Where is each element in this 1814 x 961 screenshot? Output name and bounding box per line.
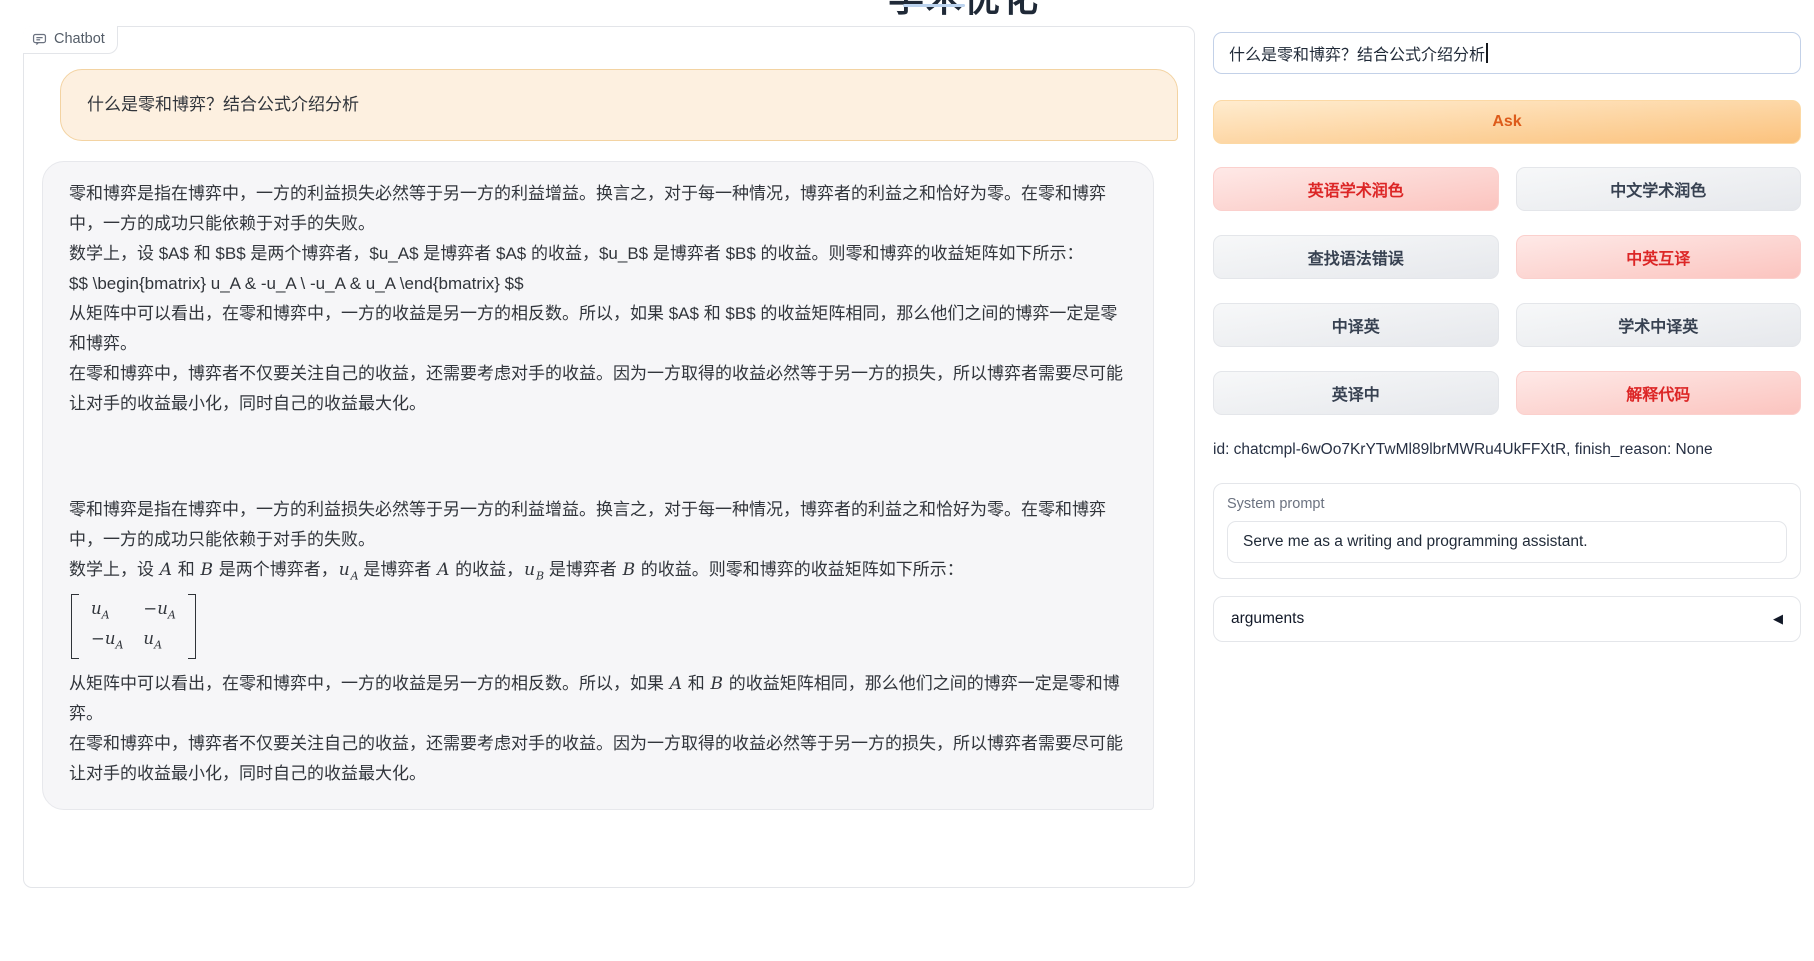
matrix-cell: uA xyxy=(143,627,175,656)
matrix-cell: −uA xyxy=(91,627,123,656)
bot-message-rendered: 零和博弈是指在博弈中，一方的利益损失必然等于另一方的利益增益。换言之，对于每一种… xyxy=(69,495,1127,789)
arguments-accordion-label: arguments xyxy=(1231,610,1304,628)
chatbot-label-text: Chatbot xyxy=(54,31,105,47)
bot-rendered-math-paragraph: 数学上，设 A 和 B 是两个博弈者，uA 是博弈者 A 的收益，uB 是博弈者… xyxy=(69,555,1127,591)
bot-raw-paragraph: 零和博弈是指在博弈中，一方的利益损失必然等于另一方的利益增益。换言之，对于每一种… xyxy=(69,179,1127,239)
bot-raw-paragraph: 在零和博弈中，博弈者不仅要关注自己的收益，还需要考虑对手的收益。因为一方取得的收… xyxy=(69,359,1127,419)
matrix-right-bracket xyxy=(188,594,196,659)
title-underline-decoration xyxy=(903,4,965,7)
bot-rendered-paragraph: 零和博弈是指在博弈中，一方的利益损失必然等于另一方的利益增益。换言之，对于每一种… xyxy=(69,495,1127,555)
bot-raw-paragraph: 从矩阵中可以看出，在零和博弈中，一方的收益是另一方的相反数。所以，如果 $A$ … xyxy=(69,299,1127,359)
fn-button-zh-to-en[interactable]: 中译英 xyxy=(1213,303,1499,347)
chatbot-panel: Chatbot 什么是零和博弈？结合公式介绍分析 零和博弈是指在博弈中，一方的利… xyxy=(23,26,1195,888)
fn-button-zh-en-mutual-translate[interactable]: 中英互译 xyxy=(1516,235,1802,279)
fn-button-explain-code[interactable]: 解释代码 xyxy=(1516,371,1802,415)
matrix-cell: −uA xyxy=(143,597,175,626)
app-root: 学术优化 Chatbot 什么是零和博弈？结合公式介绍分析 零和博弈是指在博弈中… xyxy=(0,0,1814,961)
bot-rendered-math-paragraph: 从矩阵中可以看出，在零和博弈中，一方的收益是另一方的相反数。所以，如果 A 和 … xyxy=(69,669,1127,729)
message-list: 什么是零和博弈？结合公式介绍分析 零和博弈是指在博弈中，一方的利益损失必然等于另… xyxy=(24,27,1194,826)
matrix-cell: uA xyxy=(91,597,123,626)
control-column: 什么是零和博弈？结合公式介绍分析 Ask 英语学术润色 中文学术润色 查找语法错… xyxy=(1213,32,1801,642)
system-prompt-group: System prompt xyxy=(1213,483,1801,579)
chat-bubble-icon xyxy=(32,32,47,47)
fn-button-academic-zh-to-en[interactable]: 学术中译英 xyxy=(1516,303,1802,347)
payoff-matrix: uA −uA −uA uA xyxy=(71,594,196,659)
fn-button-chinese-academic-polish[interactable]: 中文学术润色 xyxy=(1516,167,1802,211)
accordion-collapse-icon: ◀ xyxy=(1773,611,1783,627)
chatbot-label: Chatbot xyxy=(23,26,118,54)
status-line: id: chatcmpl-6wOo7KrYTwMl89lbrMWRu4UkFFX… xyxy=(1213,441,1801,459)
system-prompt-input[interactable] xyxy=(1227,521,1787,563)
question-input-value: 什么是零和博弈？结合公式介绍分析 xyxy=(1229,41,1485,65)
bot-raw-paragraph: 数学上，设 $A$ 和 $B$ 是两个博弈者，$u_A$ 是博弈者 $A$ 的收… xyxy=(69,239,1127,269)
system-prompt-label: System prompt xyxy=(1227,496,1787,512)
user-message-text: 什么是零和博弈？结合公式介绍分析 xyxy=(87,90,359,120)
bot-message: 零和博弈是指在博弈中，一方的利益损失必然等于另一方的利益增益。换言之，对于每一种… xyxy=(42,161,1154,810)
bot-raw-latex-line: $$ \begin{bmatrix} u_A & -u_A \ -u_A & u… xyxy=(69,269,1127,299)
ask-button[interactable]: Ask xyxy=(1213,100,1801,144)
matrix-left-bracket xyxy=(71,594,79,659)
question-input[interactable]: 什么是零和博弈？结合公式介绍分析 xyxy=(1213,32,1801,74)
arguments-accordion[interactable]: arguments ◀ xyxy=(1213,596,1801,642)
bot-message-raw-markdown: 零和博弈是指在博弈中，一方的利益损失必然等于另一方的利益增益。换言之，对于每一种… xyxy=(69,179,1127,419)
user-message: 什么是零和博弈？结合公式介绍分析 xyxy=(60,69,1178,141)
text-cursor xyxy=(1486,43,1488,63)
paragraph-gap xyxy=(69,419,1127,495)
fn-button-find-grammar-errors[interactable]: 查找语法错误 xyxy=(1213,235,1499,279)
bot-rendered-paragraph: 在零和博弈中，博弈者不仅要关注自己的收益，还需要考虑对手的收益。因为一方取得的收… xyxy=(69,729,1127,789)
fn-button-en-to-zh[interactable]: 英译中 xyxy=(1213,371,1499,415)
function-button-grid: 英语学术润色 中文学术润色 查找语法错误 中英互译 中译英 学术中译英 英译中 … xyxy=(1213,167,1801,415)
fn-button-english-academic-polish[interactable]: 英语学术润色 xyxy=(1213,167,1499,211)
